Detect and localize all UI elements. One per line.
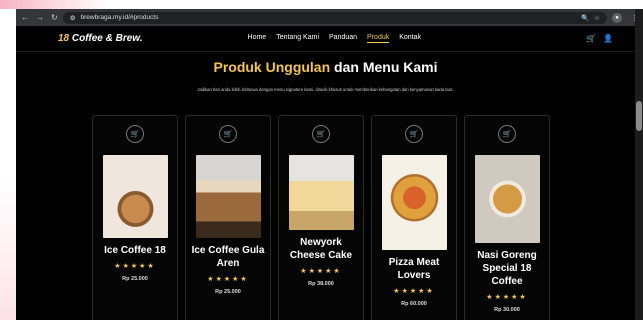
section-title: Produk Unggulan dan Menu Kami: [16, 59, 635, 75]
section-subtitle: Jadikan hari anda lebih istimewa dengan …: [197, 87, 454, 92]
cart-icon[interactable]: 🛒: [586, 34, 596, 43]
add-to-cart-icon[interactable]: 🛒: [498, 125, 516, 143]
scrollbar-thumb[interactable]: [636, 101, 642, 131]
rating-stars: ★★★★★: [114, 263, 156, 270]
product-card[interactable]: 🛒 Newyork Cheese Cake ★★★★★ Rp 38.000: [278, 115, 364, 320]
decor-shape: [0, 0, 16, 320]
add-to-cart-icon[interactable]: 🛒: [312, 125, 330, 143]
nav-home[interactable]: Home: [248, 34, 267, 43]
products-section: Produk Unggulan dan Menu Kami Jadikan ha…: [16, 52, 635, 320]
site-info-icon[interactable]: ⚙: [70, 14, 76, 22]
decor-shape-red: [0, 0, 110, 9]
product-price: Rp 25.000: [122, 276, 148, 282]
user-icon[interactable]: 👤: [603, 34, 613, 43]
browser-toolbar: ← → ↻ ⚙ brewbraga.my.id/#products 🔍 ☆ ● …: [16, 9, 643, 26]
add-to-cart-icon[interactable]: 🛒: [405, 125, 423, 143]
rating-stars: ★★★★★: [300, 268, 342, 275]
nav-tentang-kami[interactable]: Tentang Kami: [276, 34, 319, 43]
brand-number: 18: [58, 33, 70, 44]
product-image-gula-aren: [195, 155, 261, 238]
product-name: Ice Coffee Gula Aren: [191, 245, 265, 269]
product-price: Rp 30.000: [494, 307, 520, 313]
nav-kontak[interactable]: Kontak: [399, 34, 421, 43]
product-name: Pizza Meat Lovers: [388, 257, 440, 281]
forward-icon[interactable]: →: [36, 13, 44, 22]
product-price: Rp 25.000: [215, 289, 241, 295]
url-text: brewbraga.my.id/#products: [80, 14, 159, 21]
brand-logo[interactable]: 18 Coffee & Brew.: [58, 33, 142, 44]
product-price: Rp 38.000: [308, 281, 334, 287]
add-to-cart-icon[interactable]: 🛒: [126, 125, 144, 143]
browser-window: ← → ↻ ⚙ brewbraga.my.id/#products 🔍 ☆ ● …: [16, 9, 643, 320]
rating-stars: ★★★★★: [393, 288, 435, 295]
brand-text: Coffee & Brew.: [69, 33, 143, 44]
reload-icon[interactable]: ↻: [51, 13, 58, 22]
bookmark-star-icon[interactable]: ☆: [594, 14, 600, 22]
product-card[interactable]: 🛒 Ice Coffee Gula Aren ★★★★★ Rp 25.000: [185, 115, 271, 320]
nav-produk[interactable]: Produk: [367, 34, 390, 43]
product-image-pizza: [381, 155, 447, 250]
add-to-cart-icon[interactable]: 🛒: [219, 125, 237, 143]
product-image-nasi-goreng: [474, 155, 540, 243]
product-card[interactable]: 🛒 Nasi Goreng Special 18 Coffee ★★★★★ Rp…: [464, 115, 550, 320]
back-icon[interactable]: ←: [21, 13, 29, 22]
rating-stars: ★★★★★: [486, 294, 528, 301]
zoom-icon[interactable]: 🔍: [581, 14, 589, 22]
product-name: Nasi Goreng Special 18 Coffee: [477, 250, 537, 287]
product-name: Newyork Cheese Cake: [289, 237, 353, 261]
screenshot-frame: ← → ↻ ⚙ brewbraga.my.id/#products 🔍 ☆ ● …: [0, 0, 643, 320]
profile-avatar[interactable]: ●: [612, 12, 622, 23]
site-header: 18 Coffee & Brew. Home Tentang Kami Pand…: [16, 26, 643, 52]
product-card[interactable]: 🛒 Ice Coffee 18 ★★★★★ Rp 25.000: [92, 115, 178, 320]
title-rest: dan Menu Kami: [330, 59, 438, 75]
product-name: Ice Coffee 18: [104, 245, 166, 256]
main-menu: Home Tentang Kami Panduan Produk Kontak: [248, 34, 421, 43]
product-grid: 🛒 Ice Coffee 18 ★★★★★ Rp 25.000 🛒 Ice Co…: [92, 115, 550, 320]
product-image-ice-coffee: [102, 155, 168, 238]
rating-stars: ★★★★★: [207, 276, 249, 283]
address-bar[interactable]: ⚙ brewbraga.my.id/#products 🔍 ☆: [62, 11, 607, 24]
title-highlight: Produk Unggulan: [213, 59, 331, 75]
scrollbar-track[interactable]: [635, 9, 643, 320]
nav-panduan[interactable]: Panduan: [329, 34, 357, 43]
product-card[interactable]: 🛒 Pizza Meat Lovers ★★★★★ Rp 60.000: [371, 115, 457, 320]
product-price: Rp 60.000: [401, 301, 427, 307]
product-image-cheesecake: [288, 155, 354, 230]
